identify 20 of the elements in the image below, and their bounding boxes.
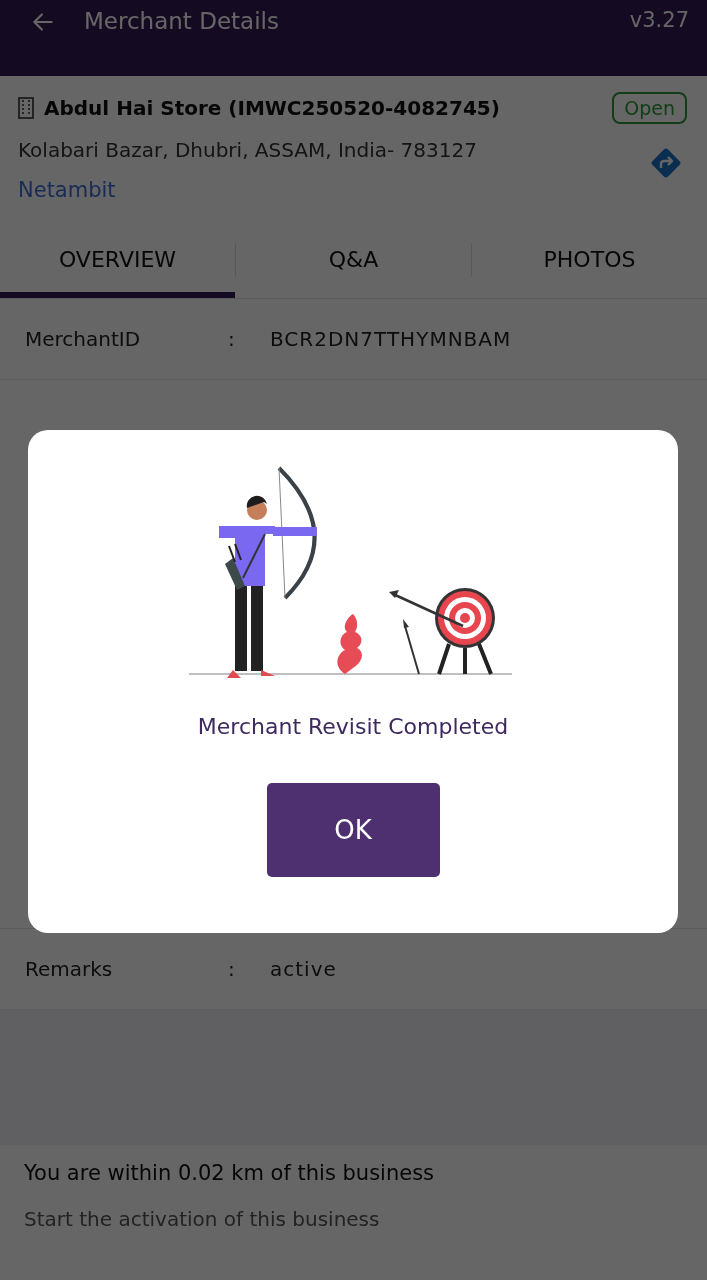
field-value: BCR2DN7TTHYMNBAM (270, 327, 512, 351)
field-value: active (270, 957, 337, 981)
dialog-message: Merchant Revisit Completed (197, 714, 509, 739)
status-badge: Open (612, 92, 687, 124)
activation-hint: Start the activation of this business (24, 1207, 381, 1231)
separator-colon: : (228, 327, 236, 351)
distance-text: You are within 0.02 km of this business (24, 1161, 436, 1185)
category-link[interactable]: Netambit (18, 178, 477, 202)
tab[interactable]: OVERVIEW (0, 222, 235, 298)
tab[interactable]: PHOTOS (472, 222, 707, 298)
version-label: v3.27 (629, 8, 689, 32)
store-name: Abdul Hai Store (IMWC250520-4082745) (44, 96, 500, 120)
screen-title: Merchant Details (84, 8, 279, 34)
tab[interactable]: Q&A (236, 222, 471, 298)
separator-colon: : (228, 957, 236, 981)
building-icon (18, 97, 34, 119)
ok-button[interactable]: OK (266, 783, 440, 877)
field-label: Remarks (25, 957, 114, 981)
store-address: Kolabari Bazar, Dhubri, ASSAM, India- 783127 (18, 138, 477, 162)
field-label: MerchantID (25, 327, 142, 351)
